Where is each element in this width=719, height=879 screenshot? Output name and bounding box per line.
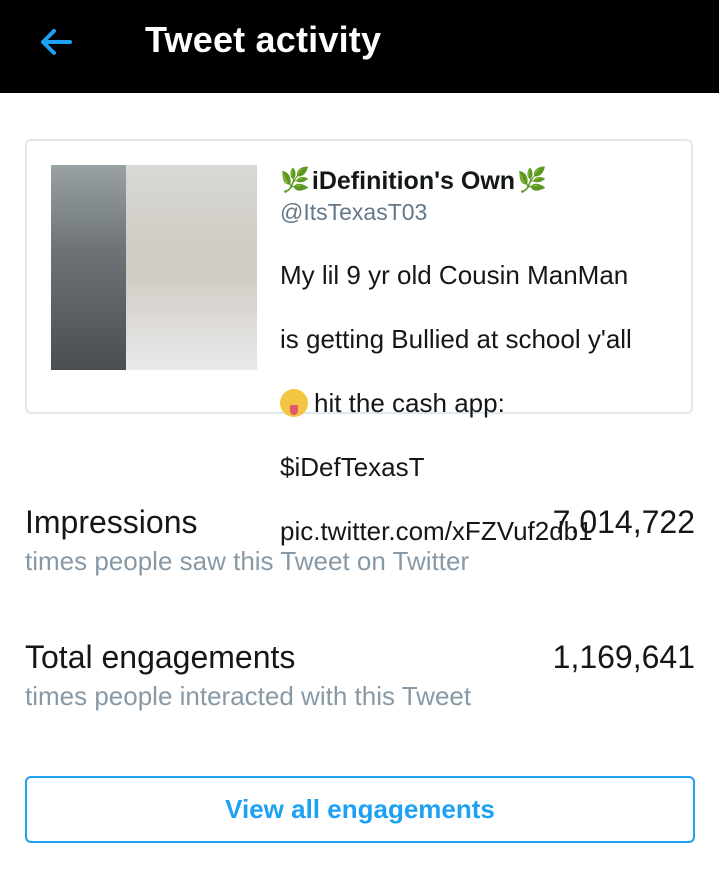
tweet-media[interactable] (51, 165, 257, 370)
impressions-stat: Impressions 7,014,722 times people saw t… (25, 502, 695, 578)
impressions-description: times people saw this Tweet on Twitter (25, 546, 470, 576)
display-name[interactable]: iDefinition's Own (312, 165, 515, 197)
herb-icon: 🌿 (517, 167, 547, 194)
tweet-text-line: hit the cash app: (280, 387, 680, 419)
tweet-text-line-3: hit the cash app: (314, 388, 505, 418)
user-handle[interactable]: @ItsTexasT03 (280, 197, 680, 227)
app-header: Tweet activity (0, 0, 719, 93)
tweet-card[interactable]: 🌿 iDefinition's Own 🌿 @ItsTexasT03 My li… (25, 139, 693, 546)
engagements-stat: Total engagements 1,169,641 times people… (25, 637, 695, 713)
tweet-text-line: is getting Bullied at school y'all (280, 324, 632, 354)
tweet-photo-right (126, 165, 257, 370)
tweet-author-row: 🌿 iDefinition's Own 🌿 (280, 165, 680, 197)
arrow-left-icon (41, 29, 72, 55)
view-all-engagements-button[interactable]: View all engagements (25, 776, 695, 843)
page-title: Tweet activity (145, 19, 382, 60)
drooling-face-icon (280, 389, 308, 417)
herb-icon: 🌿 (280, 167, 310, 194)
impressions-value: 7,014,722 (552, 504, 695, 540)
engagements-description: times people interacted with this Tweet (25, 681, 472, 711)
tweet-text-line: My lil 9 yr old Cousin ManMan (280, 260, 629, 290)
tweet-photo-left (51, 165, 126, 370)
engagements-value: 1,169,641 (552, 639, 695, 675)
back-button[interactable] (36, 22, 76, 62)
tweet-text-line: $iDefTexasT (280, 452, 425, 482)
